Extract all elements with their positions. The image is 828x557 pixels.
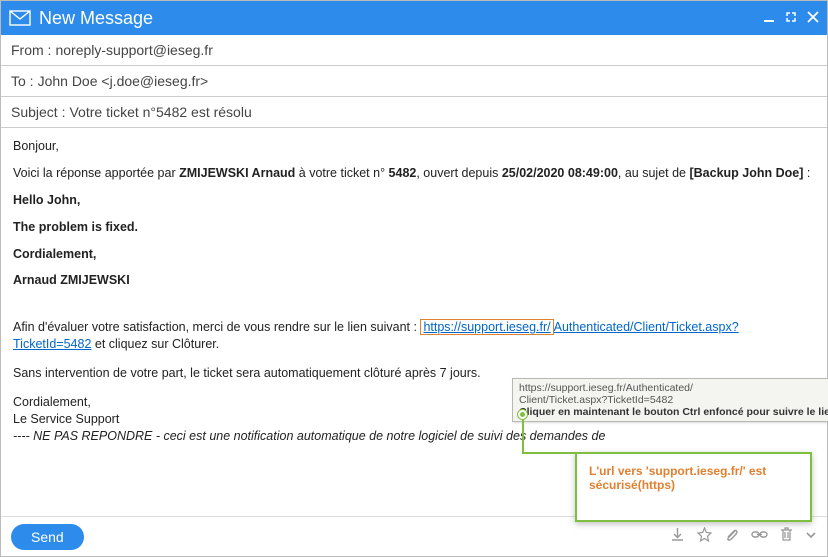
signature-line: Arnaud ZMIJEWSKI bbox=[13, 272, 815, 289]
fixed-line: The problem is fixed. bbox=[13, 219, 815, 236]
hello-line: Hello John, bbox=[13, 192, 815, 209]
trash-icon[interactable] bbox=[780, 527, 793, 546]
callout-text: L'url vers 'support.ieseg.fr/' est sécur… bbox=[589, 464, 766, 492]
attach-icon[interactable] bbox=[724, 527, 739, 546]
window-controls bbox=[763, 11, 819, 25]
close-icon[interactable] bbox=[807, 11, 819, 25]
cordialement-line: Cordialement, bbox=[13, 246, 815, 263]
to-value: John Doe <j.doe@ieseg.fr> bbox=[38, 73, 209, 89]
footer-bar: Send bbox=[1, 516, 827, 556]
download-icon[interactable] bbox=[670, 527, 685, 546]
window-title: New Message bbox=[39, 8, 763, 29]
mail-icon bbox=[9, 10, 31, 26]
header-fields: From : noreply-support@ieseg.fr To : Joh… bbox=[1, 35, 827, 128]
to-label: To : bbox=[11, 73, 34, 89]
footer-disclaimer: ---- NE PAS REPONDRE - ceci est une noti… bbox=[13, 428, 815, 445]
callout-connector-vertical bbox=[522, 414, 524, 452]
subject-field[interactable]: Subject : Votre ticket n°5482 est résolu bbox=[1, 97, 827, 127]
greeting: Bonjour, bbox=[13, 138, 815, 155]
intro-line: Voici la réponse apportée par ZMIJEWSKI … bbox=[13, 165, 815, 182]
from-value: noreply-support@ieseg.fr bbox=[55, 42, 212, 58]
chevron-down-icon[interactable] bbox=[805, 528, 817, 545]
send-button[interactable]: Send bbox=[11, 524, 84, 550]
to-field[interactable]: To : John Doe <j.doe@ieseg.fr> bbox=[1, 66, 827, 97]
minimize-icon[interactable] bbox=[763, 11, 775, 25]
link-icon[interactable] bbox=[751, 527, 768, 546]
maximize-icon[interactable] bbox=[785, 11, 797, 25]
ticket-link-highlighted[interactable]: https://support.ieseg.fr/ bbox=[420, 319, 553, 335]
callout-connector-horizontal bbox=[522, 452, 577, 454]
footer-icons bbox=[670, 527, 817, 546]
security-callout: L'url vers 'support.ieseg.fr/' est sécur… bbox=[575, 452, 812, 522]
from-field[interactable]: From : noreply-support@ieseg.fr bbox=[1, 35, 827, 66]
satisfaction-line: Afin d'évaluer votre satisfaction, merci… bbox=[13, 319, 815, 353]
subject-label: Subject : bbox=[11, 104, 65, 120]
link-tooltip: https://support.ieseg.fr/Authenticated/ … bbox=[512, 378, 828, 422]
star-icon[interactable] bbox=[697, 527, 712, 546]
from-label: From : bbox=[11, 42, 51, 58]
callout-connector-dot bbox=[518, 410, 527, 419]
titlebar: New Message bbox=[1, 1, 827, 35]
subject-value: Votre ticket n°5482 est résolu bbox=[69, 104, 251, 120]
